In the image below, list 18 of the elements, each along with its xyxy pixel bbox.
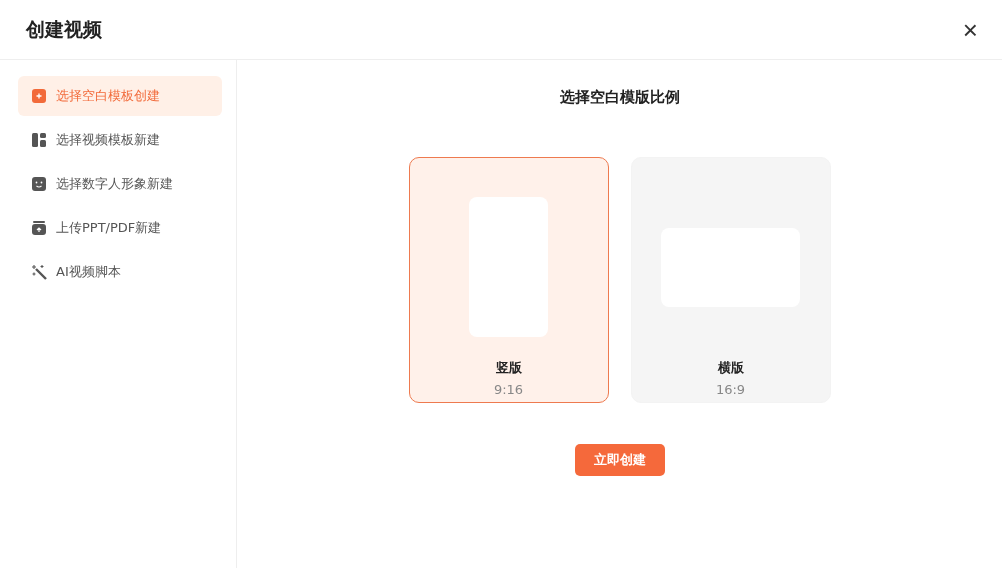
section-title: 选择空白模版比例 bbox=[559, 88, 680, 107]
upload-icon bbox=[31, 220, 47, 236]
plus-icon bbox=[31, 88, 47, 104]
option-label: 竖版 bbox=[495, 359, 522, 377]
sidebar-item[interactable]: 选择数字人形象新建 bbox=[18, 164, 222, 204]
layout-icon bbox=[31, 132, 47, 148]
face-icon bbox=[31, 176, 47, 192]
option-ratio: 9:16 bbox=[493, 382, 524, 397]
ratio-option-card[interactable]: 横版 16:9 bbox=[630, 157, 831, 403]
option-ratio: 16:9 bbox=[715, 382, 746, 397]
ratio-option-card[interactable]: 竖版 9:16 bbox=[408, 157, 609, 403]
close-button[interactable]: × bbox=[958, 16, 982, 43]
wand-icon bbox=[31, 264, 47, 280]
sidebar-item[interactable]: 上传PPT/PDF新建 bbox=[18, 208, 222, 248]
option-label: 横版 bbox=[717, 359, 744, 377]
sidebar-item[interactable]: 选择视频模板新建 bbox=[18, 120, 222, 160]
dialog-title: 创建视频 bbox=[26, 16, 102, 42]
sidebar-item[interactable]: AI视频脚本 bbox=[18, 252, 222, 292]
